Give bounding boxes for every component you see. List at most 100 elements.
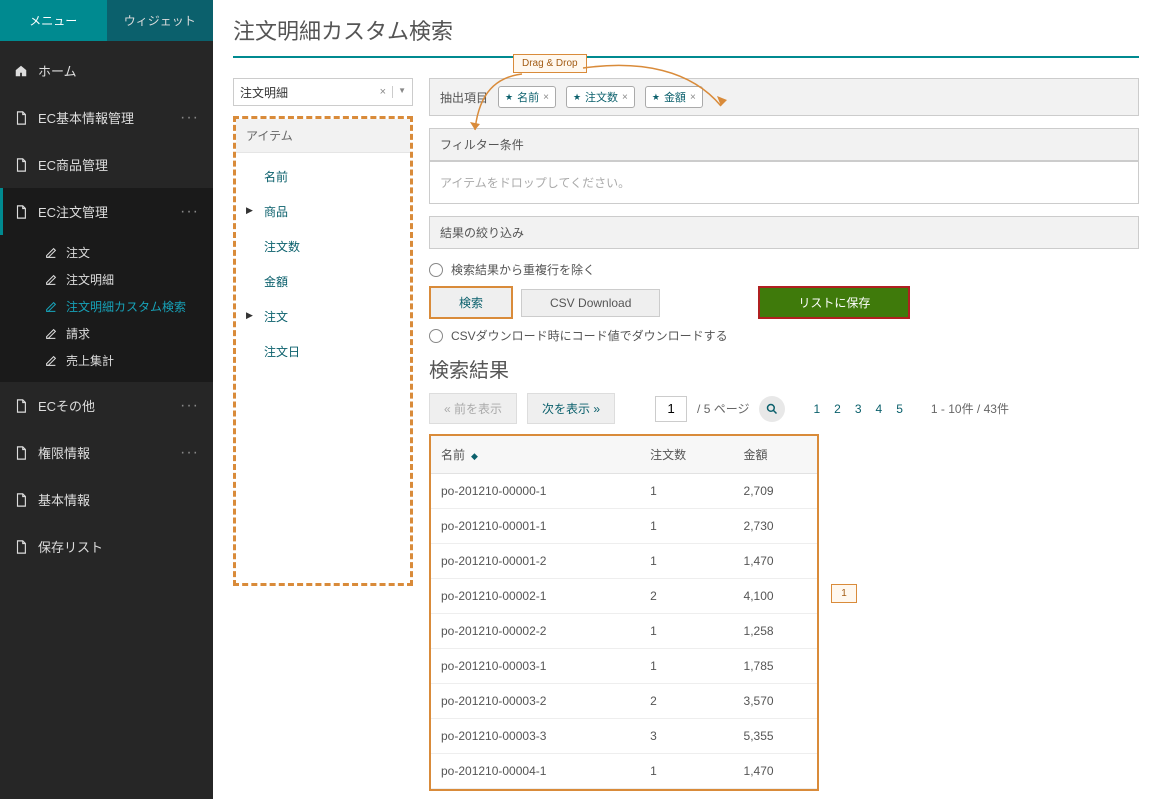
ellipsis-icon: ··· xyxy=(180,203,199,221)
nav-home[interactable]: ホーム xyxy=(0,47,213,94)
cell-qty: 2 xyxy=(640,579,733,614)
main: 注文明細カスタム検索 注文明細 × ▼ アイテム 名前 商品 注文数 xyxy=(213,0,1159,799)
cell-qty: 1 xyxy=(640,474,733,509)
csv-download-button[interactable]: CSV Download xyxy=(521,289,660,317)
right-column: 抽出項目 名前× 注文数× 金額× フィルター条件 アイテムをドロップしてくださ… xyxy=(429,78,1139,791)
radio-dedup[interactable]: 検索結果から重複行を除く xyxy=(429,261,1139,278)
nav-ec-order[interactable]: EC注文管理 ··· xyxy=(0,188,213,235)
cell-name: po-201210-00000-1 xyxy=(431,474,640,509)
nav-ec-basic[interactable]: EC基本情報管理 ··· xyxy=(0,94,213,141)
nav-basic[interactable]: 基本情報 xyxy=(0,476,213,523)
tree-item-name[interactable]: 名前 xyxy=(236,159,410,194)
nav-ec-product-label: EC商品管理 xyxy=(38,155,108,174)
sidebar-tabs: メニュー ウィジェット xyxy=(0,0,213,41)
cell-qty: 1 xyxy=(640,614,733,649)
cell-qty: 1 xyxy=(640,649,733,684)
prev-page-button[interactable]: « 前を表示 xyxy=(429,393,517,424)
item-tree-header: アイテム xyxy=(236,119,410,153)
cell-name: po-201210-00004-1 xyxy=(431,754,640,789)
radio-csvcode[interactable]: CSVダウンロード時にコード値でダウンロードする xyxy=(429,327,1139,344)
page-1[interactable]: 1 xyxy=(811,402,822,416)
page-3[interactable]: 3 xyxy=(853,402,864,416)
tree-item-product[interactable]: 商品 xyxy=(236,194,410,229)
document-icon xyxy=(14,158,28,172)
sub-invoice[interactable]: 請求 xyxy=(0,320,213,347)
document-icon xyxy=(14,205,28,219)
page-4[interactable]: 4 xyxy=(874,402,885,416)
page-5[interactable]: 5 xyxy=(894,402,905,416)
close-icon[interactable]: × xyxy=(543,92,549,103)
filter-dropzone[interactable]: アイテムをドロップしてください。 xyxy=(429,161,1139,204)
nav-sub-ec-order: 注文 注文明細 注文明細カスタム検索 請求 売上集計 xyxy=(0,235,213,382)
page-input[interactable] xyxy=(655,396,687,422)
chip-amount[interactable]: 金額× xyxy=(645,86,703,108)
cell-qty: 1 xyxy=(640,544,733,579)
cell-name: po-201210-00001-2 xyxy=(431,544,640,579)
document-icon xyxy=(14,446,28,460)
entity-select[interactable]: 注文明細 × ▼ xyxy=(233,78,413,106)
extract-fields[interactable]: 抽出項目 名前× 注文数× 金額× xyxy=(429,78,1139,116)
close-icon[interactable]: × xyxy=(690,92,696,103)
cell-amount: 3,570 xyxy=(734,684,817,719)
col-qty[interactable]: 注文数 xyxy=(640,436,733,474)
table-row[interactable]: po-201210-00002-211,258 xyxy=(431,614,817,649)
sub-order[interactable]: 注文 xyxy=(0,239,213,266)
cell-name: po-201210-00003-2 xyxy=(431,684,640,719)
title-underline xyxy=(233,56,1139,58)
table-row[interactable]: po-201210-00001-211,470 xyxy=(431,544,817,579)
nav-permission[interactable]: 権限情報 ··· xyxy=(0,429,213,476)
pager: « 前を表示 次を表示 » / 5 ページ 1 2 3 4 5 1 - 10件 … xyxy=(429,393,1139,424)
search-icon-button[interactable] xyxy=(759,396,785,422)
table-row[interactable]: po-201210-00003-335,355 xyxy=(431,719,817,754)
chevron-down-icon[interactable]: ▼ xyxy=(392,86,406,98)
sub-order-detail-custom[interactable]: 注文明細カスタム検索 xyxy=(0,293,213,320)
nav-saved-list[interactable]: 保存リスト xyxy=(0,523,213,570)
document-icon xyxy=(14,493,28,507)
nav-ec-product[interactable]: EC商品管理 xyxy=(0,141,213,188)
tree-item-quantity[interactable]: 注文数 xyxy=(236,229,410,264)
filter-header: フィルター条件 xyxy=(429,128,1139,161)
table-row[interactable]: po-201210-00003-223,570 xyxy=(431,684,817,719)
tree-item-order-date[interactable]: 注文日 xyxy=(236,334,410,369)
nav-ec-other[interactable]: ECその他 ··· xyxy=(0,382,213,429)
narrow-label: 結果の絞り込み xyxy=(440,224,524,241)
table-row[interactable]: po-201210-00003-111,785 xyxy=(431,649,817,684)
radio-icon xyxy=(429,263,443,277)
close-icon[interactable]: × xyxy=(622,92,628,103)
table-row[interactable]: po-201210-00001-112,730 xyxy=(431,509,817,544)
entity-selected-value: 注文明細 xyxy=(240,84,288,101)
filter-label: フィルター条件 xyxy=(440,136,524,153)
table-row[interactable]: po-201210-00002-124,100 xyxy=(431,579,817,614)
chip-name[interactable]: 名前× xyxy=(498,86,556,108)
table-row[interactable]: po-201210-00000-112,709 xyxy=(431,474,817,509)
cell-name: po-201210-00003-3 xyxy=(431,719,640,754)
sub-order-detail[interactable]: 注文明細 xyxy=(0,266,213,293)
cell-amount: 1,470 xyxy=(734,544,817,579)
nav-home-label: ホーム xyxy=(38,61,77,80)
cell-amount: 2,730 xyxy=(734,509,817,544)
col-name[interactable]: 名前◆ xyxy=(431,436,640,474)
tree-item-amount[interactable]: 金額 xyxy=(236,264,410,299)
save-list-button[interactable]: リストに保存 xyxy=(758,286,910,319)
sub-order-label: 注文 xyxy=(66,244,90,261)
nav-saved-list-label: 保存リスト xyxy=(38,537,103,556)
tab-menu[interactable]: メニュー xyxy=(0,0,107,41)
cell-amount: 2,709 xyxy=(734,474,817,509)
clear-icon[interactable]: × xyxy=(378,86,388,98)
document-icon xyxy=(14,540,28,554)
sub-sales[interactable]: 売上集計 xyxy=(0,347,213,374)
col-amount[interactable]: 金額 xyxy=(734,436,817,474)
edit-icon xyxy=(44,246,58,260)
extract-label: 抽出項目 xyxy=(440,89,488,106)
edit-icon xyxy=(44,273,58,287)
table-row[interactable]: po-201210-00004-111,470 xyxy=(431,754,817,789)
page-2[interactable]: 2 xyxy=(832,402,843,416)
edit-icon xyxy=(44,327,58,341)
tab-widget[interactable]: ウィジェット xyxy=(107,0,214,41)
next-page-button[interactable]: 次を表示 » xyxy=(527,393,615,424)
chip-quantity[interactable]: 注文数× xyxy=(566,86,635,108)
search-button[interactable]: 検索 xyxy=(429,286,513,319)
tree-item-order[interactable]: 注文 xyxy=(236,299,410,334)
cell-qty: 1 xyxy=(640,754,733,789)
cell-qty: 2 xyxy=(640,684,733,719)
